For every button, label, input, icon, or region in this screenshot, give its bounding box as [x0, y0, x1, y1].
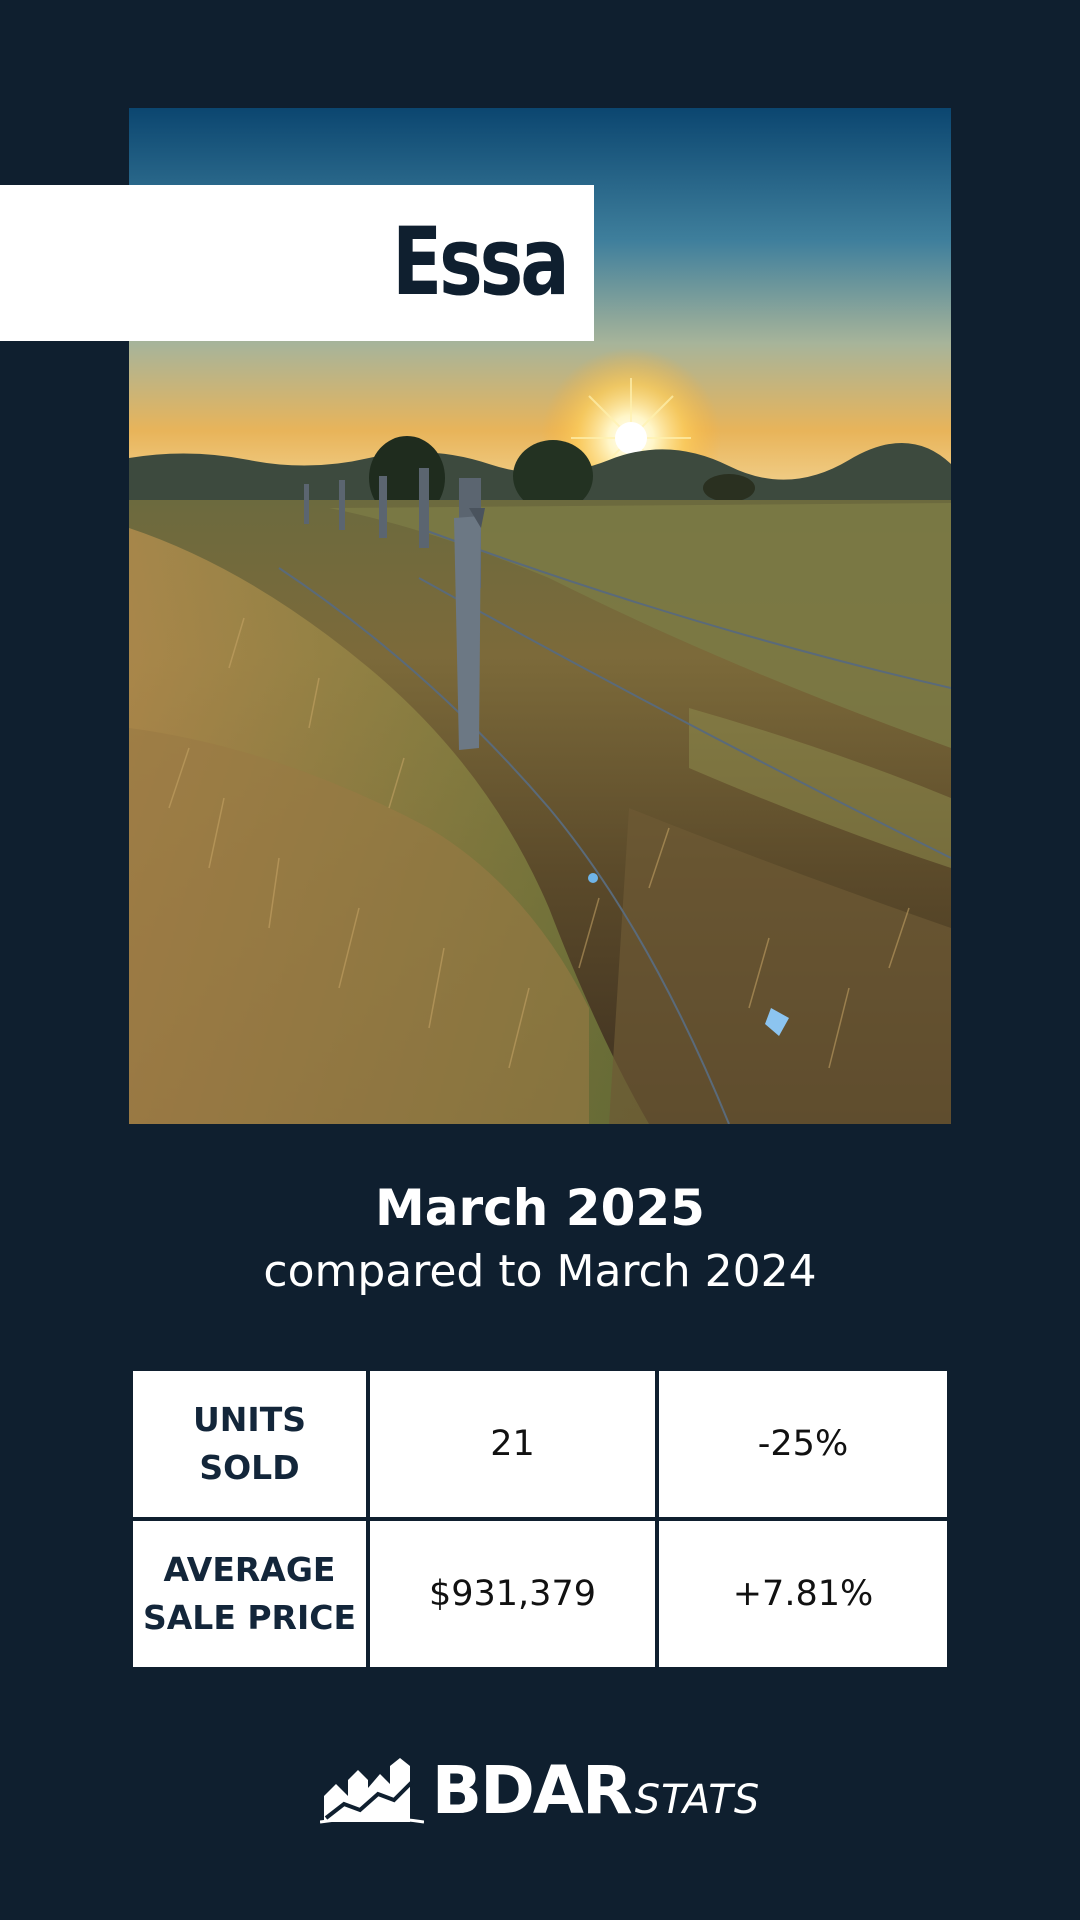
stat-change: -25%	[659, 1371, 947, 1517]
title-banner: Essa	[0, 185, 594, 341]
period-comparison: compared to March 2024	[263, 1246, 817, 1297]
stat-value: $931,379	[370, 1521, 655, 1667]
page-title: Essa	[392, 208, 570, 317]
stats-table: UNITS SOLD 21 -25% AVERAGE SALE PRICE $9…	[133, 1371, 947, 1667]
logo-brand-text: BDAR	[431, 1752, 633, 1829]
table-row: UNITS SOLD 21 -25%	[133, 1371, 947, 1517]
stat-change: +7.81%	[659, 1521, 947, 1667]
table-row: AVERAGE SALE PRICE $931,379 +7.81%	[133, 1521, 947, 1667]
period-heading: March 2025 compared to March 2024	[0, 1176, 1080, 1304]
stat-label: AVERAGE SALE PRICE	[133, 1521, 366, 1667]
period-month: March 2025	[375, 1179, 705, 1237]
house-chart-icon	[319, 1758, 424, 1824]
stat-label: UNITS SOLD	[133, 1371, 366, 1517]
brand-logo: BDAR STATS	[0, 1752, 1080, 1824]
stat-value: 21	[370, 1371, 655, 1517]
logo-suffix-text: STATS	[634, 1777, 761, 1823]
